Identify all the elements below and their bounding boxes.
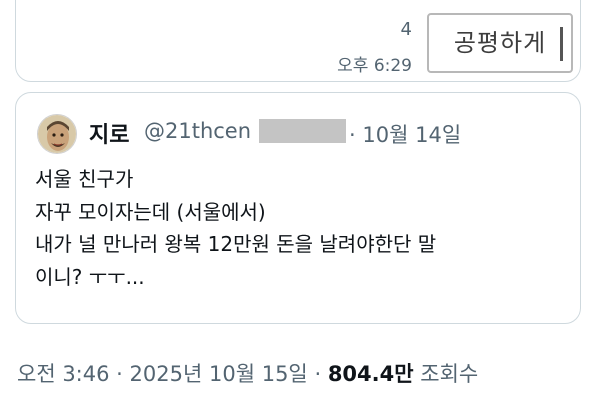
views-label: 조회수 (420, 362, 479, 386)
tweet-date[interactable]: · 10월 14일 (349, 119, 461, 149)
post-date[interactable]: 2025년 10월 15일 (130, 362, 308, 386)
tweet-line: 내가 널 만나러 왕복 12만원 돈을 날려야한단 말 (35, 232, 437, 256)
avatar[interactable] (37, 114, 77, 154)
reply-card: 4 오후 6:29 공평하게 (15, 0, 581, 82)
share-equally-label: 공평하게 (453, 29, 547, 57)
views-count: 804.4만 (327, 362, 414, 386)
post-time[interactable]: 오전 3:46 (17, 362, 109, 386)
tweet-line: 자꾸 모이자는데 (서울에서) (35, 199, 266, 224)
tweet-body: 서울 친구가 자꾸 모이자는데 (서울에서) 내가 널 만나러 왕복 12만원 … (35, 163, 565, 293)
tweet-line: 서울 친구가 (35, 167, 134, 191)
reply-count: 4 (400, 19, 412, 40)
avatar-face-icon (38, 115, 76, 153)
quoted-tweet-card[interactable]: 지로 @21thcen · 10월 14일 서울 친구가 자꾸 모이자는데 (서… (15, 92, 581, 324)
share-equally-button[interactable]: 공평하게 (427, 13, 573, 73)
reply-time: 오후 6:29 (337, 56, 412, 76)
text-cursor-icon (560, 27, 563, 61)
meta-separator: · (314, 362, 322, 386)
tweet-date-text: 10월 14일 (362, 123, 462, 147)
date-separator: · (349, 123, 356, 147)
post-meta: 오전 3:46 · 2025년 10월 15일 · 804.4만 조회수 (17, 358, 478, 388)
tweet-line: 이니? ㅜㅜ... (35, 264, 145, 289)
meta-separator: · (116, 362, 123, 386)
redaction-box (259, 119, 346, 143)
author-name[interactable]: 지로 (89, 117, 129, 149)
author-handle[interactable]: @21thcen (144, 119, 251, 143)
